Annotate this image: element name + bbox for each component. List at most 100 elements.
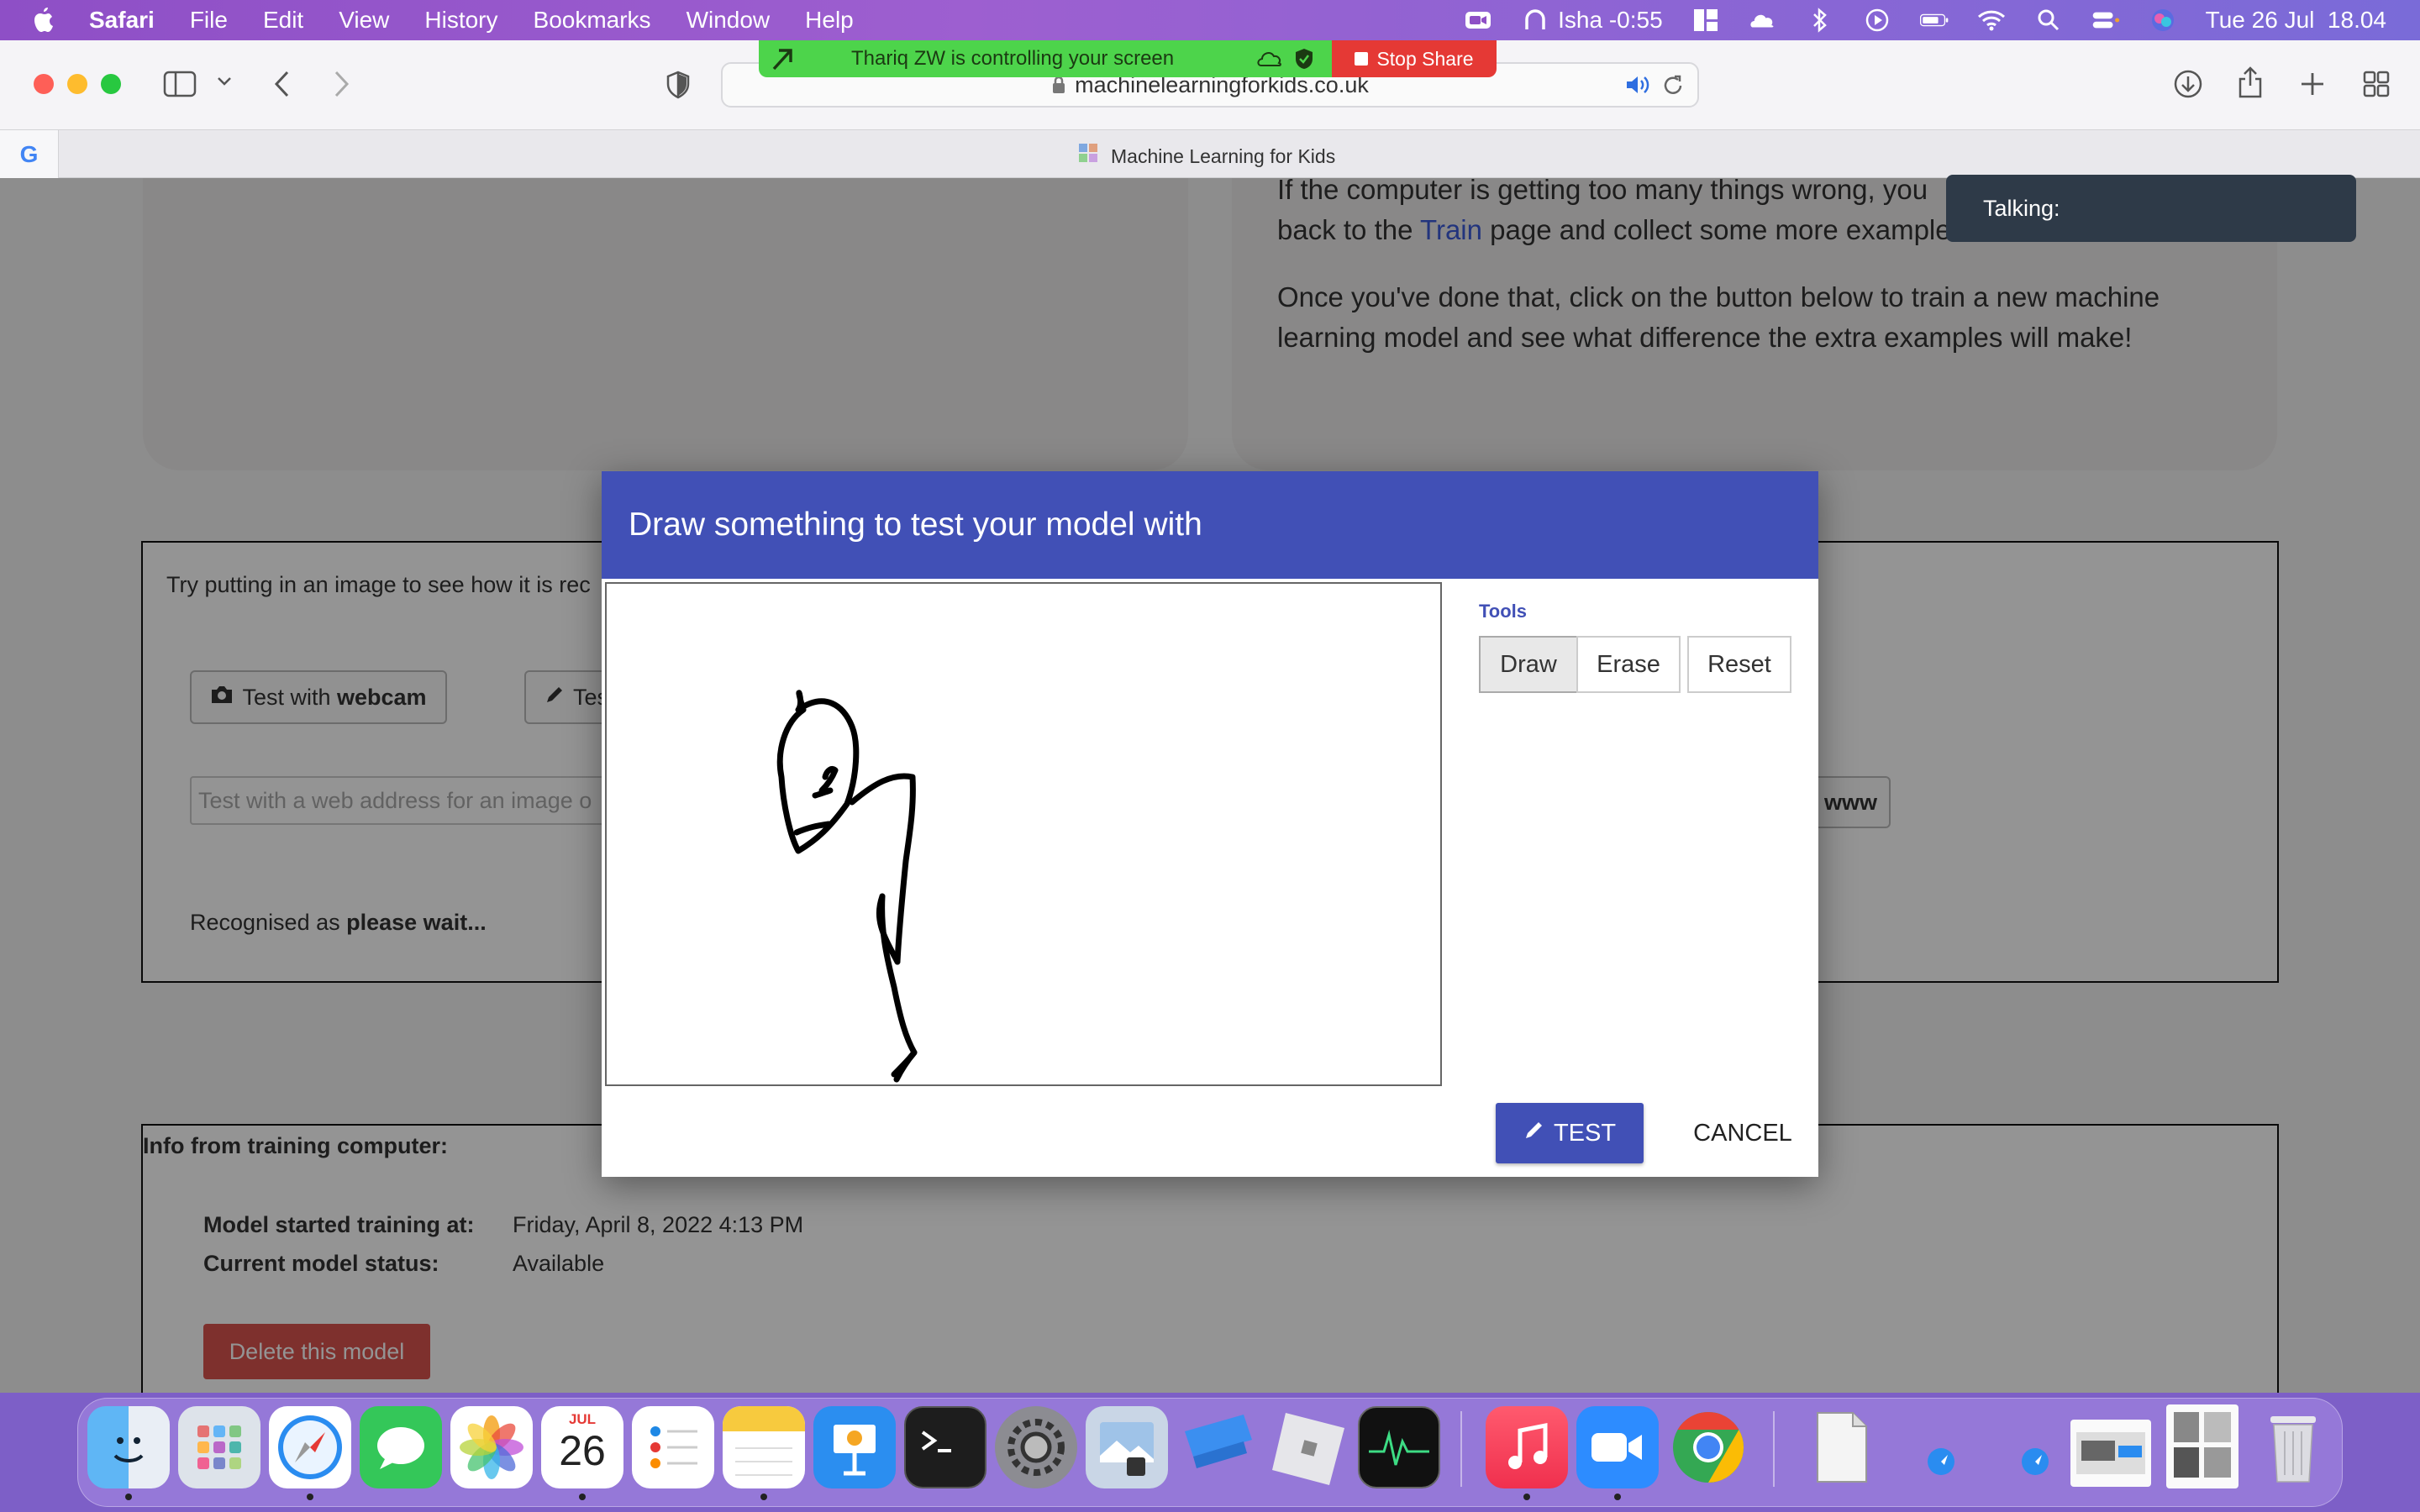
roblox-icon[interactable] — [1267, 1406, 1349, 1488]
dialog-header: Draw something to test your model with — [602, 471, 1818, 579]
menu-app-safari[interactable]: Safari — [89, 7, 155, 34]
minimized-window-thumbnail-1[interactable] — [2070, 1420, 2151, 1487]
trash-icon[interactable] — [2252, 1406, 2334, 1488]
dock-separator — [1460, 1411, 1462, 1487]
draw-tool-button[interactable]: Draw — [1479, 636, 1578, 693]
zoom-window-button[interactable] — [101, 74, 121, 94]
document-icon[interactable] — [1800, 1406, 1882, 1488]
keynote-icon[interactable] — [813, 1406, 896, 1488]
pinned-tab-google[interactable]: G — [0, 130, 59, 179]
terminal-icon[interactable] — [904, 1406, 986, 1488]
share-icon[interactable] — [2237, 66, 2264, 103]
shield-check-icon — [1293, 47, 1315, 76]
dialog-title: Draw something to test your model with — [629, 507, 1202, 543]
stop-share-button[interactable]: Stop Share — [1332, 40, 1497, 77]
activity-monitor-icon[interactable] — [1358, 1406, 1440, 1488]
photos-icon[interactable] — [450, 1406, 533, 1488]
google-icon: G — [19, 141, 39, 167]
cancel-button-label: CANCEL — [1693, 1119, 1792, 1147]
menu-help[interactable]: Help — [805, 7, 854, 34]
reset-tool-button[interactable]: Reset — [1687, 636, 1791, 693]
app-store-like-icon[interactable] — [1176, 1406, 1259, 1488]
zoom-running-dot — [1614, 1494, 1621, 1500]
cancel-button[interactable]: CANCEL — [1669, 1103, 1817, 1163]
screen-share-banner: Thariq ZW is controlling your screen Sto… — [759, 40, 1497, 77]
zoom-status-icon[interactable] — [1464, 8, 1492, 33]
headphones-status[interactable]: Isha -0:55 — [1521, 7, 1663, 34]
calendar-icon[interactable]: JUL 26 — [541, 1406, 623, 1488]
finder-running-dot — [125, 1494, 132, 1500]
music-running-dot — [1523, 1494, 1530, 1500]
screen-share-message: Thariq ZW is controlling your screen — [851, 47, 1175, 70]
menu-view[interactable]: View — [339, 7, 389, 34]
minimized-window-thumbnail-2[interactable] — [2166, 1404, 2238, 1488]
minimize-window-button[interactable] — [67, 74, 87, 94]
tab-bar: G Machine Learning for Kids — [0, 129, 2420, 179]
speaker-icon[interactable] — [1625, 74, 1650, 102]
screen-share-status: Thariq ZW is controlling your screen — [759, 40, 1332, 77]
messages-icon[interactable] — [360, 1406, 442, 1488]
erase-tool-button[interactable]: Erase — [1576, 636, 1681, 693]
tools-label: Tools — [1479, 601, 1528, 622]
music-icon[interactable] — [1486, 1406, 1568, 1488]
remote-control-icon — [771, 47, 794, 76]
lock-icon — [1051, 76, 1066, 94]
menu-clock[interactable]: Tue 26 Jul 18.04 — [2206, 7, 2386, 34]
drawing-canvas[interactable] — [605, 582, 1442, 1086]
notes-running-dot — [760, 1494, 767, 1500]
sidebar-toggle-icon[interactable] — [163, 71, 197, 102]
battery-icon[interactable] — [1919, 8, 1949, 33]
minimized-safari-window-1[interactable] — [1916, 1436, 1966, 1487]
safari-icon[interactable] — [269, 1406, 351, 1488]
forward-arrow-icon[interactable] — [331, 69, 351, 103]
reload-icon[interactable] — [1662, 74, 1684, 103]
cloud-status-icon[interactable] — [1749, 8, 1777, 33]
preview-icon[interactable] — [1086, 1406, 1168, 1488]
siri-icon[interactable] — [2149, 8, 2177, 33]
tab-title-label: Machine Learning for Kids — [1111, 144, 1336, 167]
notes-icon[interactable] — [723, 1406, 805, 1488]
downloads-icon[interactable] — [2173, 69, 2203, 103]
close-window-button[interactable] — [34, 74, 54, 94]
user-drawing-sketch — [776, 690, 918, 1083]
draw-test-dialog: Draw something to test your model with T… — [602, 471, 1818, 1177]
zoom-icon[interactable] — [1576, 1406, 1659, 1488]
apple-logo-icon[interactable] — [32, 6, 57, 34]
stop-icon — [1355, 52, 1369, 66]
menu-edit[interactable]: Edit — [263, 7, 303, 34]
finder-icon[interactable] — [87, 1406, 170, 1488]
chevron-down-icon[interactable] — [217, 76, 232, 92]
safari-running-dot — [307, 1494, 313, 1500]
site-favicon-icon — [1077, 142, 1101, 171]
bluetooth-icon[interactable] — [1806, 8, 1834, 33]
safari-window: machinelearningforkids.co.uk G Machine L… — [0, 40, 2420, 1393]
active-tab[interactable]: Machine Learning for Kids — [1077, 142, 1335, 171]
menu-file[interactable]: File — [190, 7, 228, 34]
control-center-icon[interactable] — [2091, 8, 2120, 33]
back-arrow-icon[interactable] — [272, 69, 292, 103]
chrome-icon[interactable] — [1667, 1406, 1749, 1488]
menu-window[interactable]: Window — [687, 7, 771, 34]
wifi-icon[interactable] — [1977, 8, 2006, 33]
new-tab-icon[interactable] — [2299, 71, 2326, 102]
launchpad-icon[interactable] — [178, 1406, 260, 1488]
calendar-day: 26 — [559, 1427, 606, 1474]
calendar-month: JUL — [568, 1411, 597, 1427]
reminders-icon[interactable] — [632, 1406, 714, 1488]
cloud-icon — [1256, 49, 1283, 73]
spotlight-search-icon[interactable] — [2034, 8, 2063, 33]
test-button[interactable]: TEST — [1496, 1103, 1644, 1163]
menu-bookmarks[interactable]: Bookmarks — [534, 7, 651, 34]
system-preferences-icon[interactable] — [995, 1406, 1077, 1488]
calendar-running-dot — [579, 1494, 586, 1500]
menu-history[interactable]: History — [424, 7, 497, 34]
tab-overview-icon[interactable] — [2363, 71, 2390, 102]
privacy-shield-icon[interactable] — [666, 71, 691, 103]
window-layout-icon[interactable] — [1691, 8, 1720, 33]
pencil-icon — [1523, 1119, 1545, 1147]
play-circle-icon[interactable] — [1863, 8, 1891, 33]
minimized-safari-window-2[interactable] — [2010, 1436, 2060, 1487]
stop-share-label: Stop Share — [1376, 47, 1474, 70]
dock-separator-2 — [1773, 1411, 1775, 1487]
talking-toast: Talking: — [1946, 175, 2356, 242]
